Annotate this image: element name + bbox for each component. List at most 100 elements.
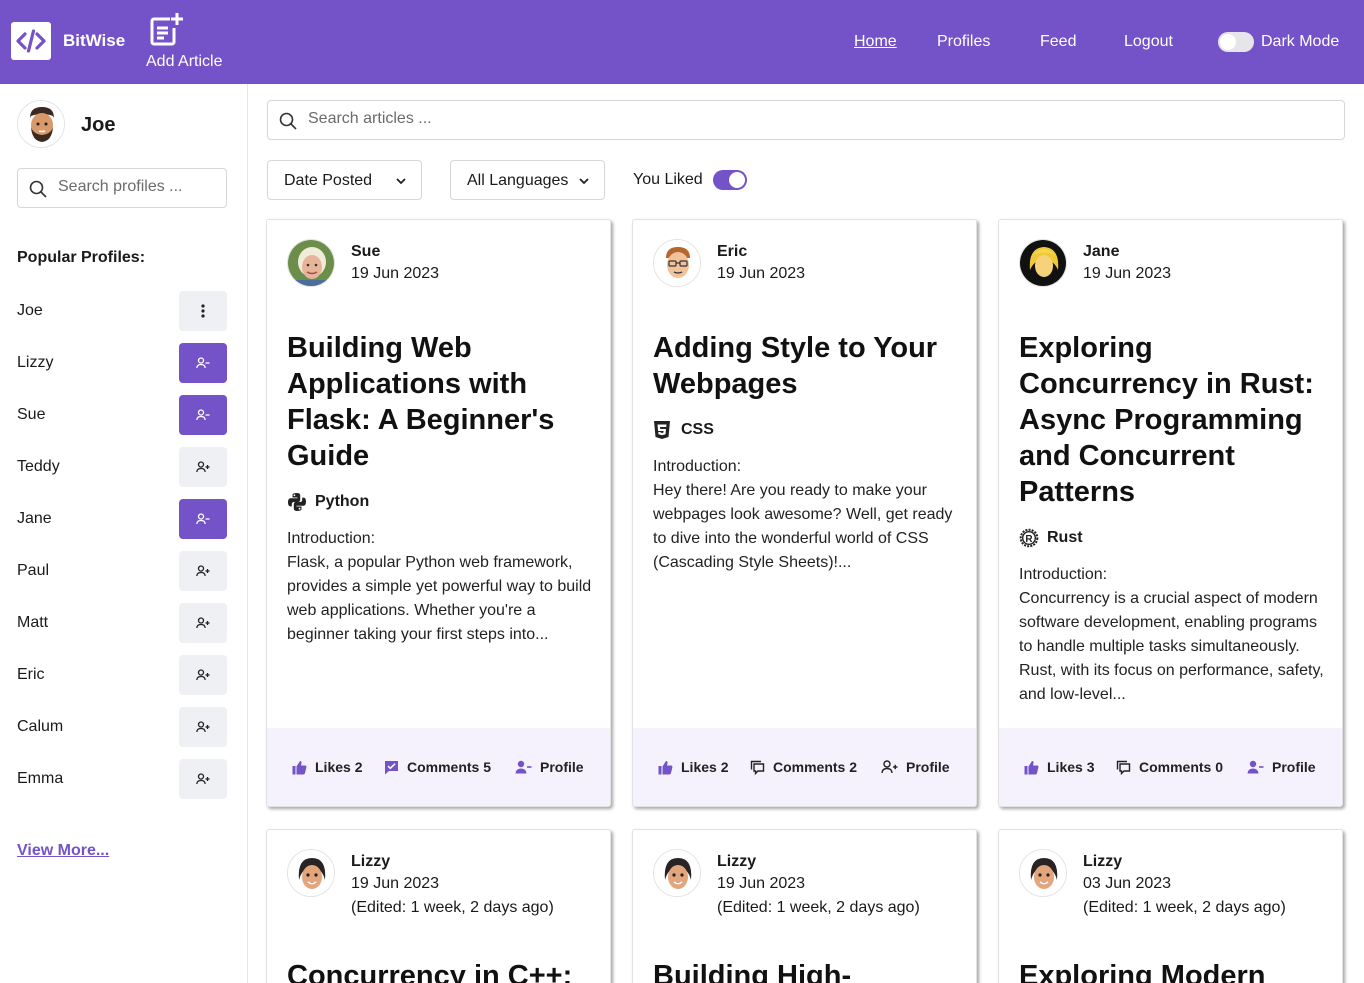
article-title[interactable]: Exploring Concurrency in Rust: Async Pro… (1019, 330, 1334, 510)
comments-count: Comments 5 (407, 759, 492, 775)
follow-button[interactable] (179, 603, 227, 643)
unfollow-button[interactable] (179, 343, 227, 383)
author-name[interactable]: Lizzy (351, 853, 390, 871)
dark-mode-toggle[interactable] (1218, 32, 1254, 52)
article-search-input[interactable] (308, 110, 1308, 128)
profile-name[interactable]: Joe (17, 302, 43, 320)
dark-mode-label: Dark Mode (1261, 33, 1340, 50)
profile-button[interactable]: Profile (1247, 759, 1316, 775)
follow-button[interactable] (179, 551, 227, 591)
sidebar: Joe Popular Profiles: Joe Lizzy Sue Teddy Ja… (0, 84, 248, 983)
profile-row: Joe (17, 291, 227, 331)
article-card[interactable]: Eric 19 Jun 2023 Adding Style to Your Webp… (632, 219, 977, 807)
add-article-button[interactable]: Add Article (146, 12, 228, 71)
profile-search-input[interactable] (58, 178, 218, 196)
article-title[interactable]: Building Web Applications with Flask: A … (287, 330, 602, 474)
nav-logout[interactable]: Logout (1124, 33, 1173, 51)
author-avatar[interactable] (653, 239, 701, 287)
you-liked-label: You Liked (633, 171, 703, 188)
profile-name[interactable]: Calum (17, 718, 63, 736)
nav-feed[interactable]: Feed (1040, 33, 1076, 51)
python-icon (288, 493, 306, 511)
follow-button[interactable] (179, 447, 227, 487)
article-title[interactable]: Adding Style to Your Webpages (653, 330, 968, 402)
profile-button[interactable]: Profile (515, 759, 584, 775)
article-card[interactable]: Lizzy 03 Jun 2023 (Edited: 1 week, 2 days … (998, 829, 1343, 983)
profile-name[interactable]: Matt (17, 614, 48, 632)
unfollow-button[interactable] (179, 395, 227, 435)
search-icon (279, 112, 297, 130)
profile-more-button[interactable] (179, 291, 227, 331)
nav-home[interactable]: Home (854, 33, 897, 51)
card-footer: Likes 2 Comments 5 Profile (267, 728, 610, 806)
profile-row: Emma (17, 759, 227, 799)
profile-label: Profile (906, 759, 950, 775)
comment-icon (1116, 760, 1131, 775)
avatar[interactable] (17, 100, 65, 148)
author-avatar[interactable] (287, 239, 335, 287)
profile-name[interactable]: Emma (17, 770, 63, 788)
author-name[interactable]: Sue (351, 243, 380, 261)
author-name[interactable]: Eric (717, 243, 747, 261)
author-avatar[interactable] (1019, 239, 1067, 287)
article-card[interactable]: Sue 19 Jun 2023 Building Web Applications … (266, 219, 611, 807)
user-plus-icon (196, 773, 210, 785)
author-avatar[interactable] (287, 849, 335, 897)
follow-button[interactable] (179, 707, 227, 747)
user-plus-icon (196, 721, 210, 733)
profile-name[interactable]: Teddy (17, 458, 60, 476)
article-excerpt: Introduction: Hey there! Are you ready to… (653, 455, 963, 575)
profile-name[interactable]: Lizzy (17, 354, 53, 372)
svg-text:R: R (1025, 534, 1033, 545)
article-card[interactable]: Lizzy 19 Jun 2023 (Edited: 1 week, 2 days … (632, 829, 977, 983)
article-card[interactable]: Jane 19 Jun 2023 Exploring Concurrency in … (998, 219, 1343, 807)
user-minus-icon (196, 409, 210, 421)
author-avatar[interactable] (1019, 849, 1067, 897)
excerpt-text: Hey there! Are you ready to make your we… (653, 482, 953, 571)
view-more-link[interactable]: View More... (17, 842, 109, 860)
follow-button[interactable] (179, 759, 227, 799)
comments-button[interactable]: Comments 2 (750, 759, 857, 775)
language-tag: CSS (653, 420, 714, 440)
you-liked-toggle[interactable] (713, 170, 747, 190)
article-title[interactable]: Exploring Modern (1019, 958, 1334, 983)
sort-select[interactable]: Date Posted (267, 160, 422, 200)
profile-name[interactable]: Paul (17, 562, 49, 580)
profile-name[interactable]: Sue (17, 406, 45, 424)
profile-button[interactable]: Profile (881, 759, 950, 775)
follow-button[interactable] (179, 655, 227, 695)
post-date: 19 Jun 2023 (1083, 265, 1172, 282)
profile-name[interactable]: Jane (17, 510, 52, 528)
author-name[interactable]: Lizzy (717, 853, 756, 871)
article-card[interactable]: Lizzy 19 Jun 2023 (Edited: 1 week, 2 days … (266, 829, 611, 983)
author-name[interactable]: Jane (1083, 243, 1119, 261)
post-date: 03 Jun 2023 (1083, 875, 1172, 892)
comments-count: Comments 2 (773, 759, 858, 775)
user-minus-icon (196, 513, 210, 525)
author-avatar-image (1020, 850, 1066, 896)
unfollow-button[interactable] (179, 499, 227, 539)
like-button[interactable]: Likes 3 (1024, 759, 1094, 775)
author-name[interactable]: Lizzy (1083, 853, 1122, 871)
chevron-down-icon (396, 178, 406, 185)
post-date: 19 Jun 2023 (351, 875, 440, 892)
article-title[interactable]: Building High- (653, 958, 968, 983)
author-avatar[interactable] (653, 849, 701, 897)
like-button[interactable]: Likes 2 (292, 759, 362, 775)
like-button[interactable]: Likes 2 (658, 759, 728, 775)
language-select[interactable]: All Languages (450, 160, 605, 200)
user-plus-icon (881, 760, 898, 774)
user-plus-icon (196, 565, 210, 577)
brand-name[interactable]: BitWise (63, 31, 125, 51)
nav-profiles[interactable]: Profiles (937, 33, 990, 51)
article-title[interactable]: Concurrency in C++: (287, 958, 602, 983)
comments-button[interactable]: Comments 5 (384, 759, 491, 775)
profile-name[interactable]: Eric (17, 666, 45, 684)
current-user-name[interactable]: Joe (81, 114, 115, 137)
logo[interactable] (11, 22, 51, 60)
user-avatar-image (18, 101, 64, 147)
search-icon (29, 180, 47, 198)
post-date: 19 Jun 2023 (717, 265, 806, 282)
edited-note: (Edited: 1 week, 2 days ago) (717, 899, 920, 916)
comments-button[interactable]: Comments 0 (1116, 759, 1223, 775)
